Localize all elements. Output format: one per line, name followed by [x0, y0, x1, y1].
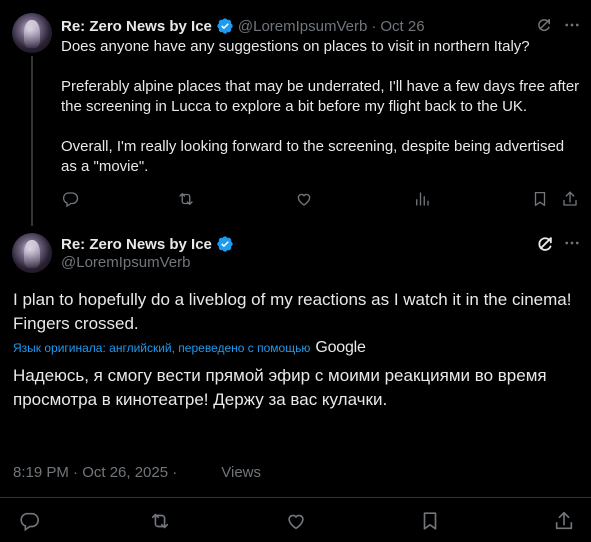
- author-handle[interactable]: @LoremIpsumVerb: [238, 18, 367, 35]
- parent-action-bar: [61, 190, 581, 210]
- bookmark-icon[interactable]: [419, 510, 441, 532]
- views-label: Views: [221, 463, 261, 481]
- divider: [0, 497, 591, 498]
- reply-icon[interactable]: [61, 190, 79, 208]
- translation-note-text[interactable]: Язык оригинала: английский, переведено с…: [13, 341, 310, 355]
- thread-connector-line: [31, 56, 33, 226]
- main-tweet-header: Re: Zero News by Ice: [61, 234, 234, 254]
- separator-dot: ·: [371, 17, 377, 35]
- main-action-bar: [0, 510, 591, 536]
- avatar[interactable]: [12, 233, 52, 273]
- share-icon[interactable]: [553, 510, 575, 532]
- bookmark-icon[interactable]: [531, 190, 549, 208]
- tweet-thread: Re: Zero News by Ice @LoremIpsumVerb · O…: [0, 0, 591, 542]
- author-name[interactable]: Re: Zero News by Ice: [61, 236, 212, 253]
- more-icon[interactable]: [563, 234, 581, 252]
- main-tweet-text: I plan to hopefully do a liveblog of my …: [13, 290, 572, 333]
- grok-icon[interactable]: [535, 16, 553, 34]
- share-icon[interactable]: [561, 190, 579, 208]
- grok-icon[interactable]: [535, 234, 555, 254]
- author-handle[interactable]: @LoremIpsumVerb: [61, 254, 190, 271]
- parent-tweet[interactable]: Re: Zero News by Ice @LoremIpsumVerb · O…: [0, 0, 591, 226]
- author-name[interactable]: Re: Zero News by Ice: [61, 18, 212, 35]
- like-icon[interactable]: [295, 190, 313, 208]
- more-icon[interactable]: [563, 16, 581, 34]
- verified-badge-icon[interactable]: [216, 17, 234, 35]
- tweet-paragraph: Does anyone have any suggestions on plac…: [61, 38, 530, 55]
- tweet-meta: 8:19 PM · Oct 26, 2025 · Views: [13, 462, 261, 482]
- reply-icon[interactable]: [18, 510, 40, 532]
- tweet-paragraph: Overall, I'm really looking forward to t…: [61, 138, 565, 175]
- repost-icon[interactable]: [149, 510, 171, 532]
- translated-tweet-text: Надеюсь, я смогу вести прямой эфир с мои…: [13, 366, 547, 409]
- google-logo: Google: [315, 339, 366, 356]
- views-icon[interactable]: [413, 190, 431, 208]
- like-icon[interactable]: [285, 510, 307, 532]
- tweet-time[interactable]: Oct 26: [380, 18, 424, 35]
- tweet-paragraph: Preferably alpine places that may be und…: [61, 78, 580, 115]
- tweet-timestamp[interactable]: 8:19 PM · Oct 26, 2025 ·: [13, 464, 177, 481]
- parent-tweet-text: Does anyone have any suggestions on plac…: [61, 37, 581, 177]
- repost-icon[interactable]: [177, 190, 195, 208]
- translation-note[interactable]: Язык оригинала: английский, переведено с…: [13, 339, 366, 357]
- parent-tweet-header: Re: Zero News by Ice @LoremIpsumVerb · O…: [61, 16, 425, 36]
- verified-badge-icon[interactable]: [216, 235, 234, 253]
- avatar[interactable]: [12, 13, 52, 53]
